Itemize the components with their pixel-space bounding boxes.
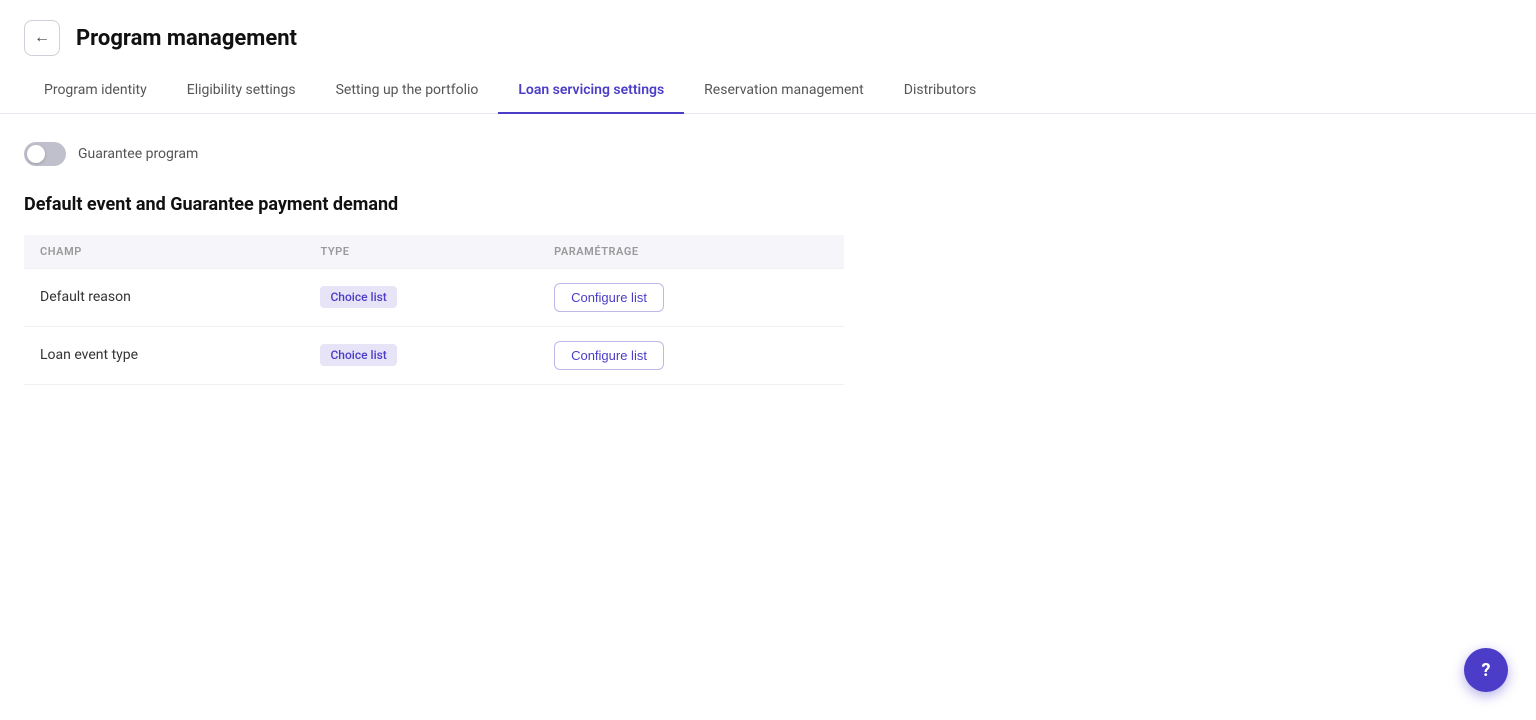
nav-tabs: Program identity Eligibility settings Se…: [0, 68, 1536, 114]
configure-list-button-default-reason[interactable]: Configure list: [554, 283, 664, 312]
tab-reservation-management[interactable]: Reservation management: [684, 68, 884, 114]
col-champ: CHAMP: [24, 235, 304, 269]
main-content: Guarantee program Default event and Guar…: [0, 114, 1536, 413]
configure-list-button-loan-event-type[interactable]: Configure list: [554, 341, 664, 370]
choice-list-badge: Choice list: [320, 344, 396, 366]
back-icon: ←: [34, 29, 50, 47]
row-champ-default-reason: Default reason: [24, 268, 304, 326]
back-button[interactable]: ←: [24, 20, 60, 56]
row-parametrage-loan-event-type: Configure list: [538, 326, 844, 384]
row-type-loan-event-type: Choice list: [304, 326, 538, 384]
tab-program-identity[interactable]: Program identity: [24, 68, 167, 114]
table-row: Default reason Choice list Configure lis…: [24, 268, 844, 326]
section-title: Default event and Guarantee payment dema…: [24, 194, 1512, 215]
choice-list-badge: Choice list: [320, 286, 396, 308]
tab-setting-up-the-portfolio[interactable]: Setting up the portfolio: [316, 68, 499, 114]
tab-loan-servicing-settings[interactable]: Loan servicing settings: [498, 68, 684, 114]
help-button[interactable]: ?: [1464, 648, 1508, 692]
row-parametrage-default-reason: Configure list: [538, 268, 844, 326]
page-title: Program management: [76, 26, 297, 51]
table-row: Loan event type Choice list Configure li…: [24, 326, 844, 384]
table-header-row: CHAMP TYPE PARAMÉTRAGE: [24, 235, 844, 269]
tab-eligibility-settings[interactable]: Eligibility settings: [167, 68, 316, 114]
row-champ-loan-event-type: Loan event type: [24, 326, 304, 384]
tab-distributors[interactable]: Distributors: [884, 68, 997, 114]
col-type: TYPE: [304, 235, 538, 269]
guarantee-toggle-label: Guarantee program: [78, 146, 198, 162]
guarantee-toggle-row: Guarantee program: [24, 142, 1512, 166]
row-type-default-reason: Choice list: [304, 268, 538, 326]
settings-table: CHAMP TYPE PARAMÉTRAGE Default reason Ch…: [24, 235, 844, 385]
col-parametrage: PARAMÉTRAGE: [538, 235, 844, 269]
header: ← Program management: [0, 0, 1536, 56]
app-container: ← Program management Program identity El…: [0, 0, 1536, 720]
help-icon: ?: [1482, 660, 1491, 681]
guarantee-toggle[interactable]: [24, 142, 66, 166]
